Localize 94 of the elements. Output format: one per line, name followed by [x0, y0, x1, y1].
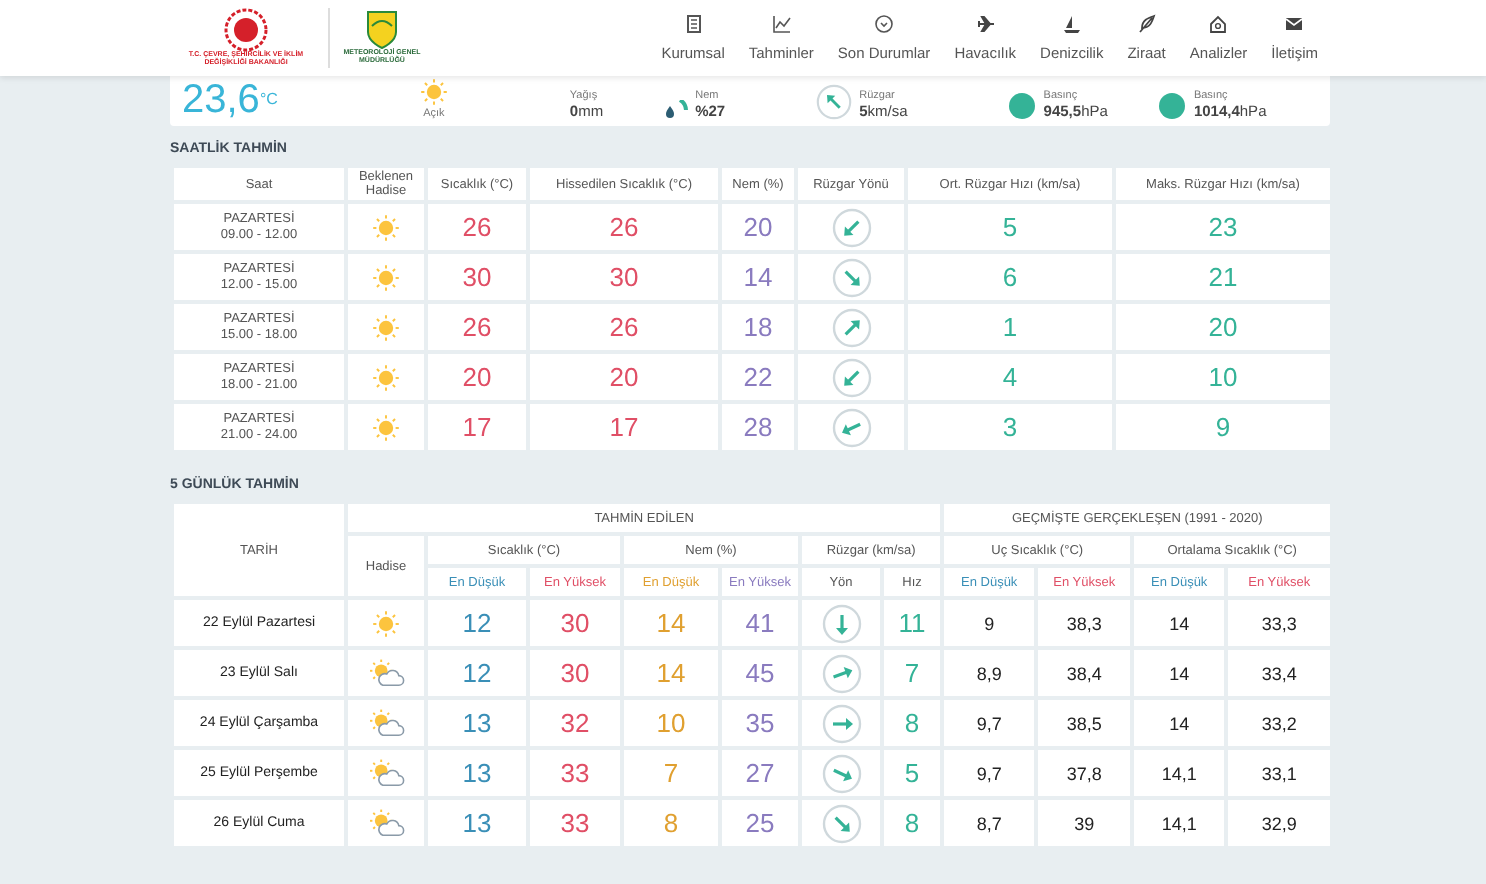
table-cell: 32,9	[1226, 798, 1333, 849]
table-cell: 30	[528, 598, 622, 649]
table-cell: 26	[528, 202, 720, 253]
table-cell: 30	[528, 252, 720, 303]
table-cell: 8,7	[942, 798, 1037, 849]
table-cell: 8	[882, 698, 943, 749]
table-cell: 37,8	[1036, 748, 1133, 799]
table-cell: 20	[1114, 302, 1332, 353]
sun-icon	[370, 362, 402, 395]
table-cell: 10	[622, 698, 720, 749]
sun-cloud-icon	[366, 808, 406, 841]
table-cell: 8	[622, 798, 720, 849]
table-cell: 14	[1132, 698, 1227, 749]
table-cell: 8	[882, 798, 943, 849]
table-cell: 13	[426, 698, 528, 749]
table-cell: 7	[882, 648, 943, 699]
table-cell: 30	[426, 252, 528, 303]
table-cell: 13	[426, 748, 528, 799]
table-cell: 8,9	[942, 648, 1037, 699]
table-cell: 9,7	[942, 748, 1037, 799]
table-cell: 32	[528, 698, 622, 749]
sun-icon	[417, 76, 450, 108]
mail-icon	[1284, 14, 1305, 34]
table-cell: 12	[426, 598, 528, 649]
table-cell: 9	[1114, 402, 1332, 453]
table-cell: 13	[426, 798, 528, 849]
table-cell: 20	[720, 202, 796, 253]
document-icon	[683, 14, 704, 34]
table-cell: 17	[426, 402, 528, 453]
table-cell: 39	[1036, 798, 1133, 849]
table-cell: 35	[720, 698, 800, 749]
table-cell: 33	[528, 798, 622, 849]
table-cell: 14	[622, 648, 720, 699]
house-icon	[1208, 14, 1229, 34]
sun-icon	[370, 412, 402, 445]
table-cell: 9	[942, 598, 1037, 649]
table-cell: 10	[1114, 352, 1332, 403]
table-cell: 38,3	[1036, 598, 1133, 649]
table-cell: 28	[720, 402, 796, 453]
table-cell: 45	[720, 648, 800, 699]
table-cell: 33	[528, 748, 622, 799]
table-cell: 22	[720, 352, 796, 403]
clock-icon	[874, 14, 895, 34]
table-cell: 21	[1114, 252, 1332, 303]
table-cell: 5	[882, 748, 943, 799]
table-cell: 9,7	[942, 698, 1037, 749]
humidity-gauge-icon	[663, 100, 688, 120]
table-cell: 5	[906, 202, 1114, 253]
table-cell: 14	[622, 598, 720, 649]
table-cell: 23	[1114, 202, 1332, 253]
table-cell: 33,3	[1226, 598, 1333, 649]
plane-icon	[975, 14, 996, 34]
sun-icon	[370, 212, 402, 245]
table-cell: 38,4	[1036, 648, 1133, 699]
table-cell: 4	[906, 352, 1114, 403]
table-cell: 18	[720, 302, 796, 353]
table-cell: 14	[1132, 648, 1227, 699]
ministry-emblem-icon	[224, 8, 268, 53]
table-cell: 6	[906, 252, 1114, 303]
sun-cloud-icon	[366, 758, 406, 791]
table-cell: 25	[720, 798, 800, 849]
sun-cloud-icon	[366, 708, 406, 741]
table-cell: 12	[426, 648, 528, 699]
sun-icon	[370, 312, 402, 345]
table-cell: 14,1	[1132, 798, 1227, 849]
table-cell: 11	[882, 598, 943, 649]
table-cell: 27	[720, 748, 800, 799]
table-cell: 3	[906, 402, 1114, 453]
sun-icon	[370, 608, 402, 641]
feather-icon	[1136, 14, 1157, 34]
pressure-gauge-icon	[1157, 92, 1186, 120]
table-cell: 41	[720, 598, 800, 649]
table-cell: 7	[622, 748, 720, 799]
table-cell: 20	[528, 352, 720, 403]
sailboat-icon	[1061, 14, 1082, 34]
table-cell: 14	[720, 252, 796, 303]
sun-cloud-icon	[366, 658, 406, 691]
table-cell: 30	[528, 648, 622, 699]
table-cell: 14	[1132, 598, 1227, 649]
table-cell: 26	[528, 302, 720, 353]
pressure-gauge-icon	[1007, 92, 1036, 120]
table-cell: 33,2	[1226, 698, 1333, 749]
line-chart-icon	[771, 14, 792, 34]
table-cell: 14,1	[1132, 748, 1227, 799]
sun-icon	[370, 262, 402, 295]
table-cell: 17	[528, 402, 720, 453]
table-cell: 1	[906, 302, 1114, 353]
table-cell: 26	[426, 202, 528, 253]
table-cell: 38,5	[1036, 698, 1133, 749]
mgm-emblem-icon	[366, 10, 398, 51]
table-cell: 26	[426, 302, 528, 353]
table-cell: 33,4	[1226, 648, 1333, 699]
table-cell: 33,1	[1226, 748, 1333, 799]
table-cell: 20	[426, 352, 528, 403]
